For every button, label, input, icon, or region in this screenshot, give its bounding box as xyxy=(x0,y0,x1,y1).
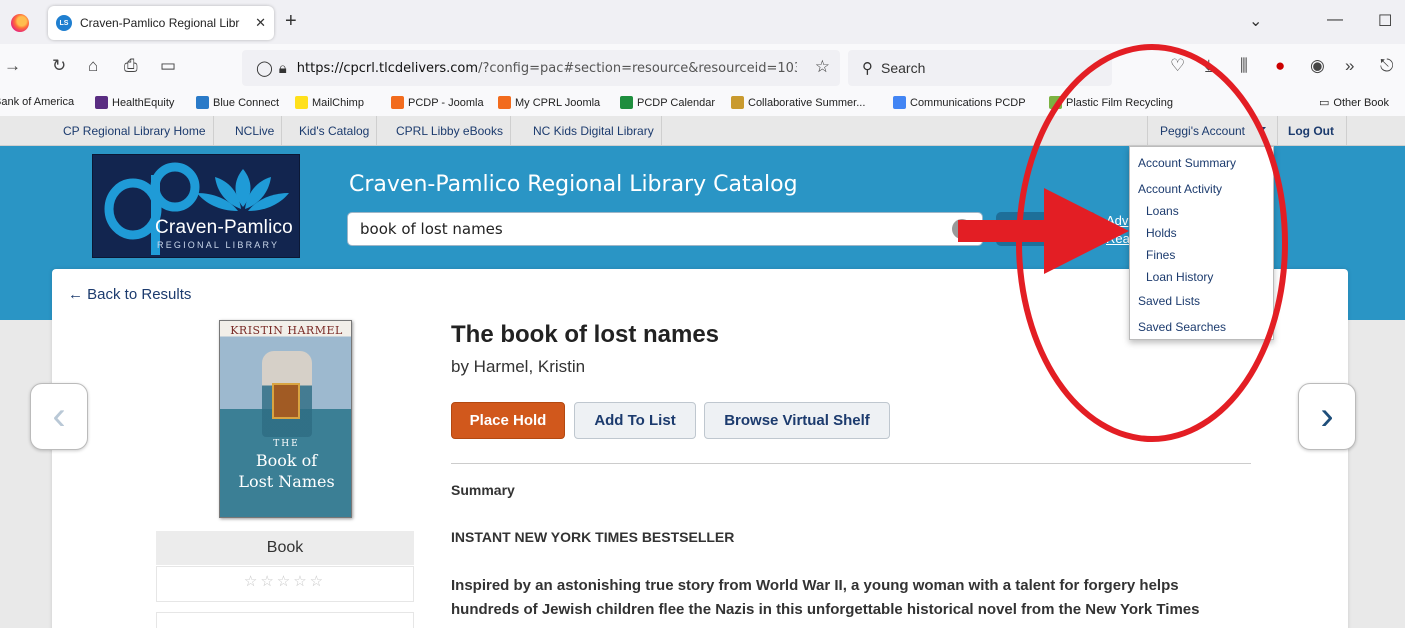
chevron-left-icon: ‹ xyxy=(52,394,66,438)
home-icon[interactable]: ⌂ xyxy=(88,57,98,75)
logout-link[interactable]: Log Out xyxy=(1277,116,1347,146)
nav-nc-kids-digital-library[interactable]: NC Kids Digital Library xyxy=(526,116,662,146)
annotation-circle xyxy=(1016,44,1288,442)
cover-book-illustration xyxy=(272,383,300,419)
url-text: https://cpcrl.tlcdelivers.com/?config=pa… xyxy=(296,60,797,76)
divider xyxy=(451,463,1251,464)
folder-icon: ▭ xyxy=(1319,97,1330,109)
cover-title-the: THE xyxy=(273,439,300,449)
place-hold-button[interactable]: Place Hold xyxy=(451,402,565,439)
logo-subtitle: REGIONAL LIBRARY xyxy=(157,240,280,250)
tab-title: Craven-Pamlico Regional Libr xyxy=(80,16,240,30)
book-title: The book of lost names xyxy=(451,321,720,348)
adblock-icon[interactable]: ● xyxy=(1275,57,1285,75)
search-icon: ⚲ xyxy=(862,60,873,77)
maximize-icon[interactable]: ☐ xyxy=(1378,11,1392,31)
search-placeholder: Search xyxy=(881,60,926,76)
minimize-icon[interactable]: — xyxy=(1327,11,1343,29)
share-icon[interactable]: ⎋ xyxy=(1380,57,1393,75)
browser-tab[interactable]: LS Craven-Pamlico Regional Libr ✕ xyxy=(48,6,274,40)
library-icon[interactable]: ⫼ xyxy=(1240,57,1248,75)
nav-cprl-libby-ebooks[interactable]: CPRL Libby eBooks xyxy=(389,116,511,146)
overflow-menu-icon[interactable]: » xyxy=(1345,57,1354,75)
summary-text: Inspired by an astonishing true story fr… xyxy=(451,577,1200,618)
nav-cp-regional-library-home[interactable]: CP Regional Library Home xyxy=(56,116,214,146)
back-to-results-link[interactable]: ← Back to Results xyxy=(68,286,191,303)
star-rating[interactable]: ☆☆☆☆☆ xyxy=(156,566,414,602)
blue-connect-icon xyxy=(196,96,209,109)
previous-record-button[interactable]: ‹ xyxy=(30,383,88,450)
summary-bestseller: INSTANT NEW YORK TIMES BESTSELLER xyxy=(451,529,735,545)
bookmark-healthequity[interactable]: HealthEquity xyxy=(95,96,174,109)
bookmark-mailchimp[interactable]: MailChimp xyxy=(295,96,364,109)
close-tab-icon[interactable]: ✕ xyxy=(255,15,266,31)
address-bar[interactable]: ◯ 🔒︎ https://cpcrl.tlcdelivers.com/?conf… xyxy=(242,50,840,86)
bookmark-my-cprl-joomla[interactable]: My CPRL Joomla xyxy=(498,96,600,109)
bookmark-pcdp-joomla[interactable]: PCDP - Joomla xyxy=(391,96,484,109)
next-record-button[interactable]: › xyxy=(1298,383,1356,450)
cover-title-book-of: Book of xyxy=(255,451,318,470)
bookmark-pcdp-calendar[interactable]: PCDP Calendar xyxy=(620,96,715,109)
collaborative-summer-icon xyxy=(731,96,744,109)
drive-icon xyxy=(893,96,906,109)
add-to-list-button[interactable]: Add To List xyxy=(574,402,696,439)
bookmark-blue-connect[interactable]: Blue Connect xyxy=(196,96,279,109)
forward-icon[interactable]: → xyxy=(4,57,21,75)
extension-icon[interactable]: ◉ xyxy=(1310,57,1325,75)
library-logo[interactable]: Craven-Pamlico REGIONAL LIBRARY xyxy=(92,154,300,258)
firefox-icon[interactable] xyxy=(11,14,29,32)
other-bookmarks[interactable]: ▭ Other Book xyxy=(1319,96,1389,110)
catalog-title: Craven-Pamlico Regional Library Catalog xyxy=(349,172,798,197)
browser-tab-bar: LS Craven-Pamlico Regional Libr ✕ + ⌄ — … xyxy=(0,0,1405,44)
summary-heading: Summary xyxy=(451,482,515,498)
joomla-icon xyxy=(498,96,511,109)
bookmark-bank-of-america[interactable]: Bank of America xyxy=(0,96,74,108)
reload-icon[interactable]: ↻ xyxy=(52,57,66,75)
shield-icon[interactable]: ◯ xyxy=(256,59,273,77)
new-tab-icon[interactable]: + xyxy=(285,10,297,33)
bookmark-star-icon[interactable]: ☆ xyxy=(815,57,830,77)
sidebar-panel xyxy=(156,612,414,628)
nav-nclive[interactable]: NCLive xyxy=(228,116,283,146)
mailchimp-icon xyxy=(295,96,308,109)
book-author[interactable]: by Harmel, Kristin xyxy=(451,357,585,377)
sidebar-icon[interactable]: ▭ xyxy=(160,57,176,75)
library-favicon-icon: LS xyxy=(56,15,72,31)
book-cover-image[interactable]: KRISTIN HARMEL THE Book of Lost Names xyxy=(219,320,352,518)
print-icon[interactable]: ⎙ xyxy=(124,57,138,75)
lock-icon[interactable]: 🔒︎ xyxy=(279,60,287,77)
bookmark-communications-pcdp[interactable]: Communications PCDP xyxy=(893,96,1026,109)
bookmark-collaborative-summer[interactable]: Collaborative Summer... xyxy=(731,96,865,109)
format-label: Book xyxy=(156,531,414,565)
cover-title-lost-names: Lost Names xyxy=(238,472,335,491)
catalog-search-input[interactable] xyxy=(347,212,983,246)
healthequity-icon xyxy=(95,96,108,109)
chevron-right-icon: › xyxy=(1320,394,1334,438)
nav-kids-catalog[interactable]: Kid's Catalog xyxy=(292,116,378,146)
logo-name: Craven-Pamlico xyxy=(155,217,293,238)
cover-author: KRISTIN HARMEL xyxy=(230,324,343,337)
joomla-icon xyxy=(391,96,404,109)
list-tabs-icon[interactable]: ⌄ xyxy=(1249,11,1262,31)
calendar-icon xyxy=(620,96,633,109)
browse-virtual-shelf-button[interactable]: Browse Virtual Shelf xyxy=(704,402,890,439)
